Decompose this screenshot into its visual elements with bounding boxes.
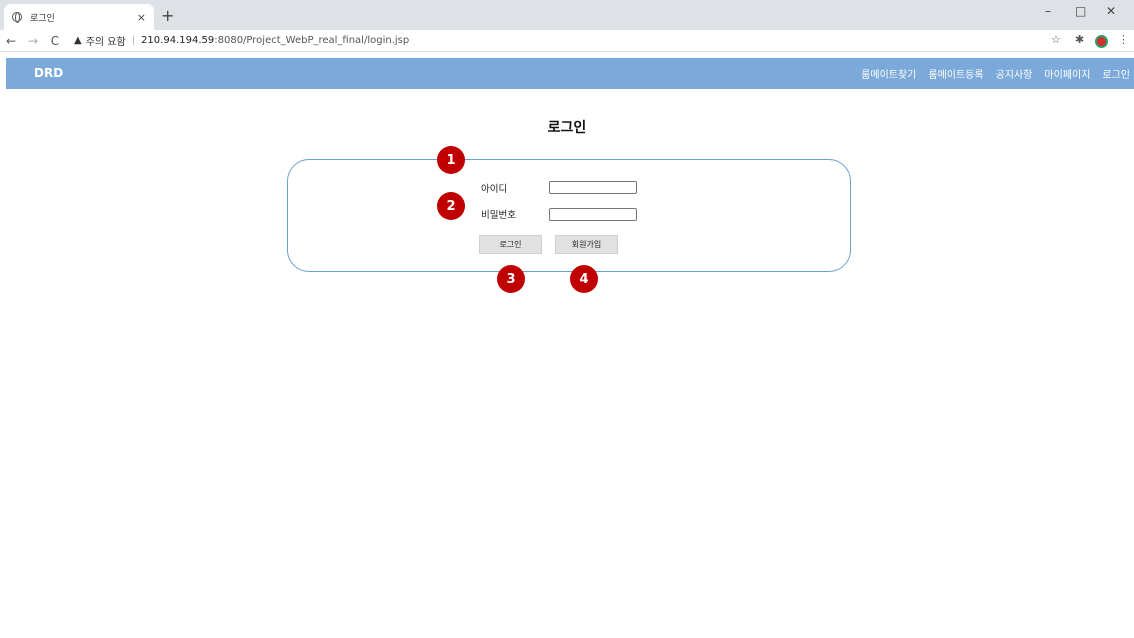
address-bar: ← → C ▲ 주의 요함 | 210.94.194.59:8080/Proje… [0,30,1134,52]
url-host: 210.94.194.59 [141,35,215,46]
back-icon[interactable]: ← [0,34,22,48]
site-logo[interactable]: DRD [34,66,63,80]
site-navbar: DRD 룸메이트찾기 룸메이트등록 공지사항 마이페이지 로그인 [6,58,1134,89]
annotation-marker-2: 2 [437,192,465,220]
globe-icon [12,12,22,23]
forward-icon[interactable]: → [22,34,44,48]
maximize-button[interactable]: □ [1075,4,1086,18]
bookmark-star-icon[interactable]: ☆ [1051,33,1061,46]
id-label: 아이디 [481,184,508,195]
signup-button[interactable]: 회원가입 [555,235,618,254]
nav-menu: 룸메이트찾기 룸메이트등록 공지사항 마이페이지 로그인 [861,58,1134,89]
tab-title: 로그인 [30,13,55,24]
login-form: 아이디 비밀번호 로그인 회원가입 [287,159,851,272]
security-warning[interactable]: 주의 요함 [86,33,126,48]
minimize-button[interactable]: – [1045,4,1051,18]
url-field[interactable]: 210.94.194.59:8080/Project_WebP_real_fin… [141,35,409,46]
url-path: :8080/Project_WebP_real_final/login.jsp [214,35,410,46]
nav-register-roommate[interactable]: 룸메이트등록 [928,66,983,81]
page-title: 로그인 [547,120,587,136]
browser-tab[interactable]: 로그인 × [4,4,154,30]
extensions-icon[interactable]: ✱ [1075,33,1084,46]
annotation-marker-4: 4 [570,265,598,293]
tab-close-icon[interactable]: × [137,11,146,24]
warning-icon[interactable]: ▲ [74,35,82,46]
reload-icon[interactable]: C [44,34,66,48]
nav-mypage[interactable]: 마이페이지 [1044,66,1090,81]
nav-login[interactable]: 로그인 [1102,66,1130,81]
nav-find-roommate[interactable]: 룸메이트찾기 [861,66,916,81]
annotation-marker-1: 1 [437,146,465,174]
profile-avatar[interactable] [1095,35,1108,48]
menu-icon[interactable]: ⋮ [1118,33,1129,46]
close-window-button[interactable]: ✕ [1106,4,1116,18]
browser-tab-strip: 로그인 × + – □ ✕ [0,0,1134,30]
login-button[interactable]: 로그인 [479,235,542,254]
divider: | [131,35,136,46]
nav-notice[interactable]: 공지사항 [996,66,1033,81]
password-input[interactable] [549,208,637,221]
password-label: 비밀번호 [481,210,516,221]
id-input[interactable] [549,181,637,194]
new-tab-button[interactable]: + [161,6,174,25]
annotation-marker-3: 3 [497,265,525,293]
